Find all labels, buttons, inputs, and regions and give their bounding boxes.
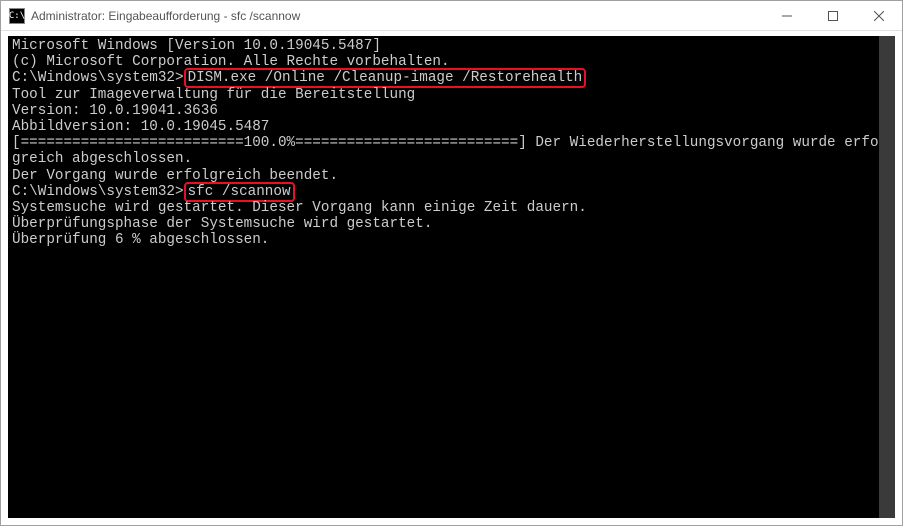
output-line: Überprüfung 6 % abgeschlossen. — [12, 232, 891, 248]
vertical-scrollbar[interactable] — [879, 36, 895, 518]
progress-line: [==========================100.0%=======… — [12, 135, 891, 167]
minimize-button[interactable] — [764, 1, 810, 30]
output-line: Systemsuche wird gestartet. Dieser Vorga… — [12, 200, 891, 216]
titlebar[interactable]: C:\ Administrator: Eingabeaufforderung -… — [1, 1, 902, 31]
command-line-2: C:\Windows\system32>sfc /scannow — [12, 184, 891, 200]
prompt: C:\Windows\system32> — [12, 184, 184, 200]
output-line: Abbildversion: 10.0.19045.5487 — [12, 119, 891, 135]
minimize-icon — [782, 11, 792, 21]
prompt: C:\Windows\system32> — [12, 70, 184, 86]
close-icon — [874, 11, 884, 21]
cmd-icon-glyph: C:\ — [9, 11, 25, 21]
maximize-icon — [828, 11, 838, 21]
output-line: Der Vorgang wurde erfolgreich beendet. — [12, 168, 891, 184]
output-line: Tool zur Imageverwaltung für die Bereits… — [12, 87, 891, 103]
output-line: Überprüfungsphase der Systemsuche wird g… — [12, 216, 891, 232]
command-prompt-window: C:\ Administrator: Eingabeaufforderung -… — [0, 0, 903, 526]
scrollbar-thumb[interactable] — [879, 36, 895, 518]
command-line-1: C:\Windows\system32>DISM.exe /Online /Cl… — [12, 70, 891, 86]
console-output: Microsoft Windows [Version 10.0.19045.54… — [12, 38, 891, 249]
cmd-icon: C:\ — [9, 8, 25, 24]
window-title: Administrator: Eingabeaufforderung - sfc… — [31, 9, 764, 23]
console-area[interactable]: Microsoft Windows [Version 10.0.19045.54… — [8, 36, 895, 518]
close-button[interactable] — [856, 1, 902, 30]
highlighted-command-dism: DISM.exe /Online /Cleanup-image /Restore… — [184, 68, 587, 88]
maximize-button[interactable] — [810, 1, 856, 30]
output-line: Microsoft Windows [Version 10.0.19045.54… — [12, 38, 891, 54]
output-line: Version: 10.0.19041.3636 — [12, 103, 891, 119]
window-controls — [764, 1, 902, 30]
highlighted-command-sfc: sfc /scannow — [184, 182, 295, 202]
